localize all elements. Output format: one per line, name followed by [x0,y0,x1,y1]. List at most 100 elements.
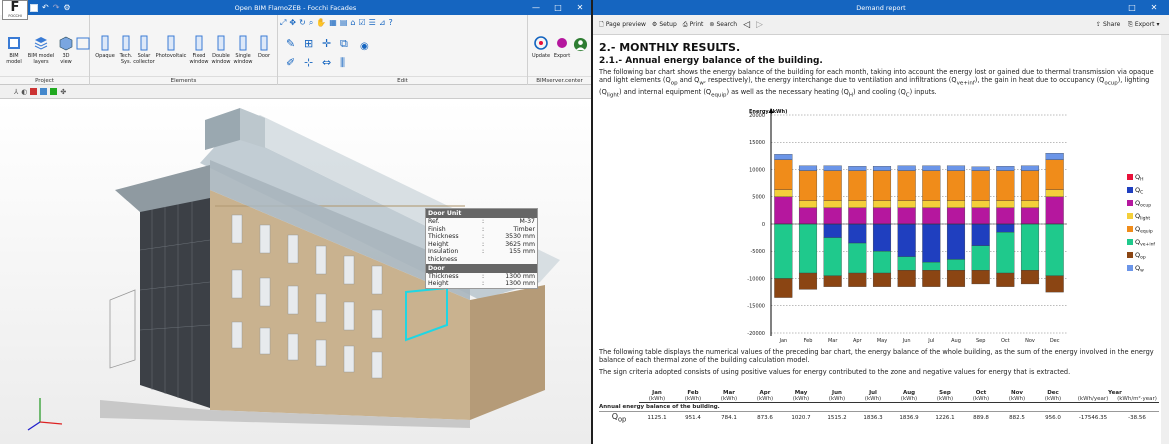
legend-swatch [1127,199,1133,206]
bar-Qocup-Dec [1045,196,1064,224]
door-button[interactable]: Door [254,35,274,59]
double-window-button[interactable]: Double window [210,35,232,65]
tech-sys-button[interactable]: Tech. Sys. [118,35,134,65]
setup-button[interactable]: ⚙ Setup [652,21,677,28]
bar-Qequip-Feb [798,170,818,201]
report-close-button[interactable]: ✕ [1143,0,1165,15]
array-icon[interactable]: ⊞ [304,37,322,51]
popup-row: Thickness:3530 mm [428,233,535,241]
export-button[interactable]: Export [552,35,572,59]
user-avatar-icon[interactable] [573,37,588,52]
next-button[interactable]: ▷ [756,20,763,30]
floor-plan-button[interactable] [76,35,90,53]
export-report-button[interactable]: ⎘ Export ▾ [1128,21,1159,29]
check-icon[interactable]: ☑ [358,18,365,28]
bar-Qlight-Oct [996,200,1015,208]
edit-top-toolbar: ⤢ ✥ ↻ ⌕ ✋ ▦ ▤ ⌂ ☑ ☰ ⊿? [278,18,393,28]
app-logo[interactable]: F FOCCHI [2,0,28,20]
report-maximize-button[interactable]: □ [1121,0,1143,15]
visibility-icon[interactable]: ◐ [21,88,27,96]
settings-icon[interactable]: ⚙ [63,3,70,12]
move-icon[interactable]: ✥ [289,18,296,28]
table-unit: (kWh) [900,396,918,402]
single-window-button[interactable]: Single window [232,35,254,65]
bar-Qop-Feb [798,272,818,290]
x-tick-label: Oct [1001,338,1010,344]
measure-icon[interactable]: ⊿ [379,18,386,28]
eye-icon[interactable]: ◉ [360,41,369,52]
bimserver-group-label: BIMserver.center [528,76,591,84]
save-icon[interactable] [30,3,38,12]
bar-Qw-Jun [897,165,916,171]
table-unit: (kWh) [972,396,990,402]
table-unit: (kWh) [1044,396,1062,402]
bar-Qequip-Jul [922,170,941,201]
pencil-icon[interactable]: ✎ [286,37,304,51]
bar-Qve+inf-Aug [946,259,966,271]
bar-Qop-Sep [971,270,990,284]
x-tick-label: Aug [951,338,961,344]
draw-icon[interactable]: ✐ [286,56,304,70]
fixed-window-icon [195,35,203,51]
green-tool-icon[interactable] [50,88,58,95]
x-tick-label: Apr [853,338,863,344]
chevron-down-icon: ▾ [1156,21,1160,28]
photovoltaic-button[interactable]: Photovoltaic [154,35,188,59]
maximize-button[interactable]: □ [547,0,569,15]
list-icon[interactable]: ☰ [369,18,376,28]
home-icon[interactable]: ⌂ [350,18,355,28]
bar-Qop-Apr [848,272,867,287]
bar-Qlight-Dec [1045,189,1064,197]
x-tick-label: Sep [976,338,985,344]
bar-Qequip-Apr [848,170,867,201]
fixed-window-button[interactable]: Fixed window [188,35,210,65]
previous-button[interactable]: ◁ [743,20,750,30]
redo-icon[interactable]: ↷ [53,3,60,12]
table-unit: (kWh) [1008,396,1026,402]
columns-icon[interactable]: ⫼ [340,56,358,70]
edit-group-label: Edit [278,76,527,84]
page-preview-button[interactable]: 🗋 Page preview [599,20,646,30]
bar-Qequip-Oct [996,170,1015,201]
align-icon[interactable]: ⊹ [304,56,322,70]
section-icon[interactable] [40,88,48,95]
close-button[interactable]: ✕ [569,0,591,15]
table-cell: 1836.9 [899,414,919,421]
search-button[interactable]: ⊚ Search [709,21,737,28]
bar-Qw-Mar [823,165,842,171]
grid-icon[interactable]: ▦ [329,18,337,28]
report-scrollbar[interactable] [1161,35,1169,444]
copy-icon[interactable]: ⧉ [340,37,358,51]
update-button[interactable]: Update [530,35,552,59]
rotate-icon[interactable]: ↻ [299,18,306,28]
x-tick-label: May [877,338,887,344]
select-icon[interactable]: ⤢ [280,18,286,28]
bim-model-layers-button[interactable]: BIM model layers [26,35,56,65]
opaque-button[interactable]: Opaque [92,35,118,59]
table-year-unit: (kWh/year) [1077,396,1109,402]
share-button[interactable]: ⇪ Share [1096,21,1120,28]
solar-collector-icon [140,35,148,51]
solar-collector-button[interactable]: Solar collector [133,35,155,65]
red-tool-icon[interactable] [30,88,38,95]
legend-label: Qequip [1135,225,1153,235]
pan-icon[interactable]: ✋ [316,18,326,28]
bim-model-button[interactable]: BIM model [4,35,24,65]
bar-Qop-Jan [774,278,793,298]
axes-icon[interactable]: ⅄ [14,88,18,96]
zoom-icon[interactable]: ⌕ [309,18,313,28]
layers-small-icon[interactable]: ▤ [340,18,348,28]
undo-icon[interactable]: ↶ [42,3,49,12]
help-icon[interactable]: ? [389,18,393,28]
popup-row: Height:1300 mm [428,280,535,288]
bar-Qop-Mar [823,275,842,287]
bar-Qve+inf-Apr [848,242,867,274]
page-preview-icon: 🗋 [599,20,604,28]
print-button[interactable]: ⎙ Print [683,21,704,29]
stretch-icon[interactable]: ⇔ [322,56,340,70]
paint-icon[interactable]: ✤ [60,88,66,96]
move-tool-icon[interactable]: ✛ [322,37,340,51]
minimize-button[interactable]: — [525,0,547,15]
bar-Qw-Apr [848,165,867,171]
3d-view-button[interactable]: 3D view [58,35,74,65]
